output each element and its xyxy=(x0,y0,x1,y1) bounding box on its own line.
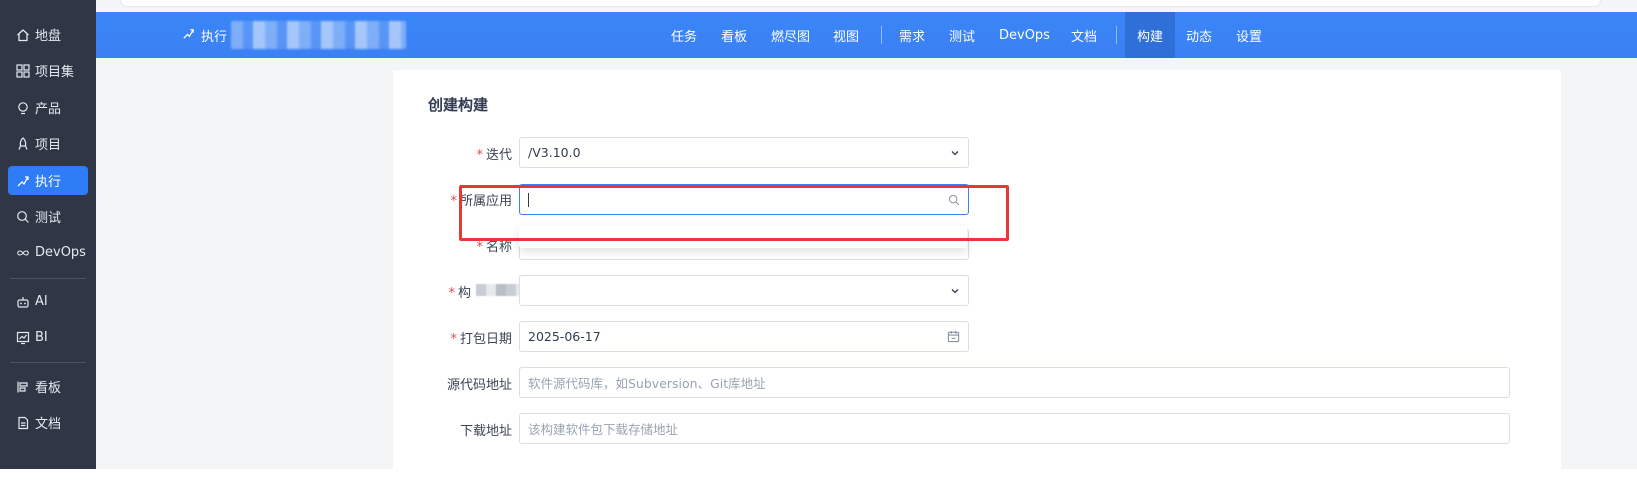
date-label: * 打包日期 xyxy=(450,332,512,347)
date-value: 2025-06-17 xyxy=(528,329,601,344)
top-header: 执行 任务 看板 燃尽图 视图 需求 测试 DevOps 文档 构建 动态 设置 xyxy=(96,12,1637,58)
download-placeholder: 该构建软件包下载存储地址 xyxy=(528,422,679,437)
bulb-icon xyxy=(16,101,30,115)
tab-dynamics[interactable]: 动态 xyxy=(1186,12,1212,58)
content-area: 创建构建 * 迭代 /V3.10.0 * 所属应用 * 名称 * 构 * 打包日期 202 xyxy=(96,58,1637,481)
tab-tasks[interactable]: 任务 xyxy=(671,12,697,58)
builder-select[interactable] xyxy=(519,275,969,306)
required-mark: * xyxy=(448,286,455,301)
nav-divider xyxy=(881,26,882,44)
sidebar-item-ai[interactable]: AI xyxy=(8,287,88,316)
builder-label: * 构 xyxy=(448,286,471,301)
tab-views[interactable]: 视图 xyxy=(833,12,859,58)
tab-test[interactable]: 测试 xyxy=(949,12,975,58)
sidebar-item-label: AI xyxy=(35,294,48,309)
sidebar-item-programs[interactable]: 项目集 xyxy=(8,56,88,85)
sidebar-divider xyxy=(10,362,86,363)
tab-devops[interactable]: DevOps xyxy=(999,12,1050,58)
sidebar-item-label: 项目 xyxy=(35,138,62,153)
download-label: 下载地址 xyxy=(459,424,512,439)
tab-stories[interactable]: 需求 xyxy=(899,12,925,58)
nav-divider xyxy=(1116,26,1117,44)
tab-kanban[interactable]: 看板 xyxy=(721,12,747,58)
annotation-highlight-box xyxy=(459,185,1009,241)
home-icon xyxy=(16,28,30,42)
sidebar-item-bi[interactable]: BI xyxy=(8,323,88,352)
tab-builds[interactable]: 构建 xyxy=(1125,12,1175,58)
source-url-input[interactable]: 软件源代码库，如Subversion、Git库地址 xyxy=(519,367,1510,398)
run-icon xyxy=(182,27,195,44)
search-icon xyxy=(16,210,30,224)
top-search-bar xyxy=(120,0,1601,7)
sidebar-item-project[interactable]: 项目 xyxy=(8,129,88,158)
rocket-icon xyxy=(16,136,30,151)
breadcrumb[interactable]: 执行 xyxy=(182,12,407,58)
sidebar-item-devops[interactable]: DevOps xyxy=(8,238,88,267)
breadcrumb-label: 执行 xyxy=(201,29,228,45)
sidebar-item-kanban[interactable]: 看板 xyxy=(8,372,88,401)
chevron-down-icon xyxy=(950,138,960,167)
iteration-select[interactable]: /V3.10.0 xyxy=(519,137,969,168)
sidebar-item-label: BI xyxy=(35,330,48,345)
required-mark: * xyxy=(476,240,483,255)
sidebar-item-label: 产品 xyxy=(35,102,62,117)
run-icon xyxy=(16,174,30,188)
top-strip xyxy=(96,0,1637,12)
required-mark: * xyxy=(476,148,483,163)
sidebar-item-product[interactable]: 产品 xyxy=(8,93,88,122)
iteration-value: /V3.10.0 xyxy=(528,145,581,160)
chart-icon xyxy=(16,331,30,345)
sidebar-item-label: 地盘 xyxy=(35,29,62,44)
date-picker[interactable]: 2025-06-17 xyxy=(519,321,969,352)
sidebar-item-label: 看板 xyxy=(35,381,62,396)
calendar-icon xyxy=(947,322,960,351)
doc-icon xyxy=(16,416,30,430)
sidebar: 地盘 项目集 产品 项目 执行 测试 DevOps AI BI 看板 文档 xyxy=(0,0,96,469)
grid-icon xyxy=(16,63,30,78)
source-placeholder: 软件源代码库，如Subversion、Git库地址 xyxy=(528,376,766,391)
sidebar-item-label: 项目集 xyxy=(35,65,75,80)
sidebar-item-label: 文档 xyxy=(35,417,62,432)
sidebar-item-label: 执行 xyxy=(35,175,62,190)
sidebar-item-test[interactable]: 测试 xyxy=(8,202,88,231)
sidebar-item-dashboard[interactable]: 地盘 xyxy=(8,20,88,49)
download-url-input[interactable]: 该构建软件包下载存储地址 xyxy=(519,413,1510,444)
sidebar-divider xyxy=(10,278,86,279)
sidebar-item-execution[interactable]: 执行 xyxy=(8,166,88,195)
sidebar-item-label: DevOps xyxy=(35,245,86,260)
chevron-down-icon xyxy=(950,276,960,305)
page-title: 创建构建 xyxy=(428,96,489,114)
robot-icon xyxy=(16,295,30,309)
tab-settings[interactable]: 设置 xyxy=(1236,12,1262,58)
sidebar-item-label: 测试 xyxy=(35,211,62,226)
required-mark: * xyxy=(450,332,457,347)
tab-burndown[interactable]: 燃尽图 xyxy=(771,12,810,58)
tab-docs[interactable]: 文档 xyxy=(1071,12,1097,58)
required-mark: * xyxy=(450,194,457,209)
create-build-panel: 创建构建 * 迭代 /V3.10.0 * 所属应用 * 名称 * 构 * 打包日期 202 xyxy=(393,70,1561,481)
kanban-icon xyxy=(16,380,30,394)
iteration-label: * 迭代 xyxy=(476,148,512,163)
redacted-execution-name xyxy=(231,21,407,49)
source-label: 源代码地址 xyxy=(446,378,512,393)
infinity-icon xyxy=(16,246,30,260)
sidebar-item-docs[interactable]: 文档 xyxy=(8,408,88,437)
